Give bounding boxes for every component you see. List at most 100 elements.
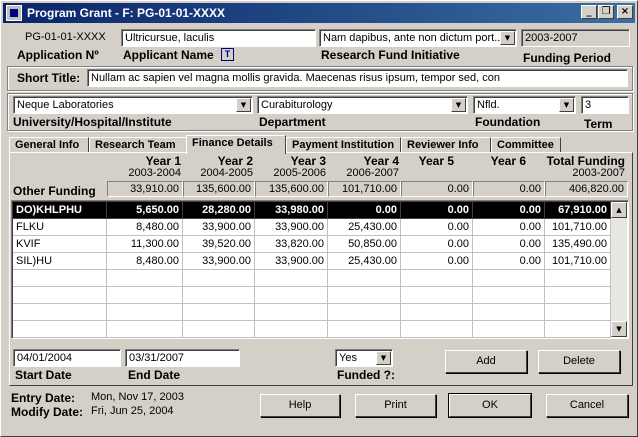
- grid-cell-empty[interactable]: [545, 321, 611, 338]
- grid-cell-name[interactable]: FLKU: [13, 219, 107, 236]
- grid-cell-year-4[interactable]: 50,850.00: [328, 236, 401, 253]
- grid-cell-year-3[interactable]: 33,980.00: [255, 202, 328, 219]
- grid-cell-year-6[interactable]: 0.00: [473, 219, 545, 236]
- grid-cell-empty[interactable]: [255, 287, 328, 304]
- grid-cell-empty[interactable]: [473, 287, 545, 304]
- chevron-down-icon[interactable]: ▼: [376, 351, 391, 365]
- start-date-input[interactable]: 04/01/2004: [13, 349, 121, 367]
- grid-cell-empty[interactable]: [255, 304, 328, 321]
- grid-cell-year-5[interactable]: 0.00: [401, 253, 473, 270]
- grid-cell-year-4[interactable]: 0.00: [328, 202, 401, 219]
- grid-vertical-scrollbar[interactable]: ▲ ▼: [611, 202, 627, 337]
- grid-cell-year-6[interactable]: 0.00: [473, 202, 545, 219]
- university-select[interactable]: Neque Laboratories ▼: [13, 96, 253, 114]
- tab-payment-institution[interactable]: Payment Institution: [286, 137, 401, 153]
- grid-cell-year-3[interactable]: 33,900.00: [255, 219, 328, 236]
- ok-button[interactable]: OK: [448, 393, 532, 418]
- grid-cell-year-3[interactable]: 33,820.00: [255, 236, 328, 253]
- applicant-name-input[interactable]: Ultricursue, laculis: [121, 29, 316, 47]
- tab-general-info[interactable]: General Info: [9, 137, 89, 153]
- grid-cell-empty[interactable]: [13, 321, 107, 338]
- grid-cell-empty[interactable]: [13, 287, 107, 304]
- tab-research-team[interactable]: Research Team: [89, 137, 188, 153]
- grid-cell-empty[interactable]: [401, 321, 473, 338]
- chevron-down-icon[interactable]: ▼: [236, 98, 251, 112]
- tab-finance-details[interactable]: Finance Details: [186, 135, 286, 154]
- table-row[interactable]: [13, 304, 611, 321]
- minimize-button[interactable]: _: [581, 5, 597, 19]
- grid-cell-empty[interactable]: [545, 304, 611, 321]
- table-row[interactable]: SIL)HU 8,480.00 33,900.00 33,900.00 25,4…: [13, 253, 611, 270]
- applicant-lookup-icon[interactable]: T: [221, 48, 234, 61]
- chevron-down-icon[interactable]: ▼: [500, 31, 515, 45]
- funded-select[interactable]: Yes ▼: [335, 349, 393, 367]
- grid-cell-year-1[interactable]: 8,480.00: [107, 253, 183, 270]
- end-date-input[interactable]: 03/31/2007: [125, 349, 240, 367]
- table-row[interactable]: [13, 321, 611, 338]
- grid-cell-empty[interactable]: [328, 287, 401, 304]
- table-row[interactable]: FLKU 8,480.00 33,900.00 33,900.00 25,430…: [13, 219, 611, 236]
- grid-cell-empty[interactable]: [328, 270, 401, 287]
- grid-cell-empty[interactable]: [183, 287, 255, 304]
- help-button[interactable]: Help: [260, 394, 340, 417]
- table-row[interactable]: DO)KHLPHU 5,650.00 28,280.00 33,980.00 0…: [13, 202, 611, 219]
- research-fund-select[interactable]: Nam dapibus, ante non dictum port... ▼: [319, 29, 517, 47]
- tab-committee[interactable]: Committee: [491, 137, 561, 153]
- grid-cell-year-1[interactable]: 8,480.00: [107, 219, 183, 236]
- short-title-input[interactable]: Nullam ac sapien vel magna mollis gravid…: [87, 69, 628, 87]
- grid-cell-empty[interactable]: [401, 287, 473, 304]
- grid-cell-year-6[interactable]: 0.00: [473, 236, 545, 253]
- add-button[interactable]: Add: [445, 350, 527, 373]
- grid-cell-total[interactable]: 135,490.00: [545, 236, 611, 253]
- grid-cell-empty[interactable]: [183, 321, 255, 338]
- grid-cell-empty[interactable]: [13, 270, 107, 287]
- grid-cell-year-3[interactable]: 33,900.00: [255, 253, 328, 270]
- grid-cell-name[interactable]: KVIF: [13, 236, 107, 253]
- chevron-down-icon[interactable]: ▼: [451, 98, 466, 112]
- grid-cell-empty[interactable]: [545, 270, 611, 287]
- grid-cell-year-5[interactable]: 0.00: [401, 219, 473, 236]
- grid-cell-empty[interactable]: [473, 270, 545, 287]
- restore-button[interactable]: ❐: [598, 5, 614, 19]
- grid-cell-empty[interactable]: [545, 287, 611, 304]
- scroll-up-icon[interactable]: ▲: [611, 202, 627, 218]
- grid-cell-empty[interactable]: [401, 270, 473, 287]
- cancel-button[interactable]: Cancel: [546, 394, 628, 417]
- grid-cell-year-2[interactable]: 33,900.00: [183, 219, 255, 236]
- grid-cell-year-1[interactable]: 5,650.00: [107, 202, 183, 219]
- table-row[interactable]: [13, 270, 611, 287]
- grid-cell-empty[interactable]: [183, 270, 255, 287]
- grid-cell-year-2[interactable]: 39,520.00: [183, 236, 255, 253]
- delete-button[interactable]: Delete: [538, 350, 620, 373]
- grid-cell-empty[interactable]: [255, 270, 328, 287]
- grid-cell-empty[interactable]: [183, 304, 255, 321]
- grid-cell-empty[interactable]: [473, 304, 545, 321]
- tab-reviewer-info[interactable]: Reviewer Info: [401, 137, 491, 153]
- grid-cell-year-5[interactable]: 0.00: [401, 202, 473, 219]
- grid-cell-year-2[interactable]: 33,900.00: [183, 253, 255, 270]
- grid-cell-total[interactable]: 101,710.00: [545, 253, 611, 270]
- grid-cell-year-4[interactable]: 25,430.00: [328, 253, 401, 270]
- grid-cell-year-5[interactable]: 0.00: [401, 236, 473, 253]
- grid-cell-empty[interactable]: [13, 304, 107, 321]
- scroll-down-icon[interactable]: ▼: [611, 321, 627, 337]
- table-row[interactable]: [13, 287, 611, 304]
- grid-cell-empty[interactable]: [328, 321, 401, 338]
- department-select[interactable]: Curabiturology ▼: [257, 96, 468, 114]
- grid-cell-empty[interactable]: [328, 304, 401, 321]
- chevron-down-icon[interactable]: ▼: [559, 98, 574, 112]
- title-bar[interactable]: Program Grant - F: PG-01-01-XXXX _ ❐ ×: [3, 3, 635, 23]
- grid-cell-empty[interactable]: [107, 287, 183, 304]
- foundation-select[interactable]: Nfld. ▼: [473, 96, 576, 114]
- grid-cell-name[interactable]: DO)KHLPHU: [13, 202, 107, 219]
- grid-cell-empty[interactable]: [107, 270, 183, 287]
- grid-cell-name[interactable]: SIL)HU: [13, 253, 107, 270]
- close-button[interactable]: ×: [617, 5, 633, 19]
- grid-cell-year-4[interactable]: 25,430.00: [328, 219, 401, 236]
- grid-cell-year-6[interactable]: 0.00: [473, 253, 545, 270]
- print-button[interactable]: Print: [355, 394, 436, 417]
- finance-grid[interactable]: DO)KHLPHU 5,650.00 28,280.00 33,980.00 0…: [11, 200, 629, 339]
- grid-cell-empty[interactable]: [107, 304, 183, 321]
- grid-cell-year-1[interactable]: 11,300.00: [107, 236, 183, 253]
- grid-cell-empty[interactable]: [473, 321, 545, 338]
